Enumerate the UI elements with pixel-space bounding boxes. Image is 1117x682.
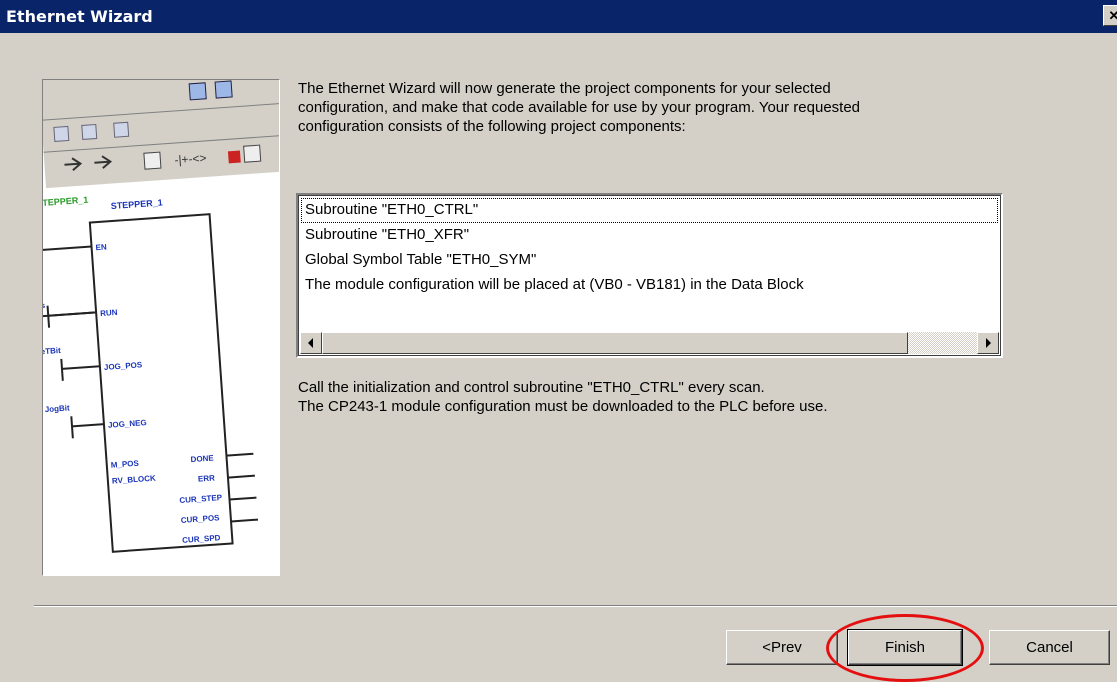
list-item[interactable]: Subroutine "ETH0_CTRL" <box>301 198 998 223</box>
output-pin-err: ERR <box>198 473 216 483</box>
intro-line: configuration, and make that code availa… <box>298 99 861 116</box>
info-line: The CP243-1 module configuration must be… <box>298 398 828 415</box>
window-title: Ethernet Wizard <box>6 7 153 26</box>
close-icon: ✕ <box>1108 8 1117 23</box>
input-pin-jog-pos: JOG_POS <box>104 360 143 372</box>
list-item[interactable]: The module configuration will be placed … <box>301 273 998 298</box>
block-label: STEPPER_1 <box>110 197 163 211</box>
separator <box>34 605 1117 607</box>
intro-text: The Ethernet Wizard will now generate th… <box>298 79 988 136</box>
list-item[interactable]: Global Symbol Table "ETH0_SYM" <box>301 248 998 273</box>
wizard-illustration: -|+-<> STEPPER_1 STEPPER_1 EN RUN JOG_PO… <box>42 79 280 576</box>
scroll-thumb[interactable] <box>322 332 908 354</box>
intro-line: configuration consists of the following … <box>298 118 686 135</box>
close-button[interactable]: ✕ <box>1103 5 1117 26</box>
network-label: STEPPER_1 <box>43 195 89 209</box>
scroll-left-button[interactable] <box>300 332 322 354</box>
prev-button[interactable]: <Prev <box>726 630 838 665</box>
svg-text:-|+-<>: -|+-<> <box>174 151 207 167</box>
input-pin-run: RUN <box>100 308 118 318</box>
input-pin-m-pos: M_POS <box>111 459 140 470</box>
left-label-2: eTBit <box>43 346 61 356</box>
title-bar: Ethernet Wizard ✕ <box>0 0 1117 33</box>
output-pin-done: DONE <box>190 453 214 464</box>
arrow-right-icon <box>986 338 991 348</box>
output-pin-cur-pos: CUR_POS <box>181 513 221 525</box>
intro-line: The Ethernet Wizard will now generate th… <box>298 80 831 97</box>
components-listbox[interactable]: Subroutine "ETH0_CTRL" Subroutine "ETH0_… <box>296 193 1003 358</box>
output-pin-cur-spd: CUR_SPD <box>182 533 221 545</box>
input-pin-jog-neg: JOG_NEG <box>108 418 147 430</box>
input-pin-en: EN <box>95 242 107 252</box>
horizontal-scrollbar[interactable] <box>300 332 999 354</box>
info-text: Call the initialization and control subr… <box>298 378 1058 416</box>
scroll-right-button[interactable] <box>977 332 999 354</box>
left-label-1: rs <box>43 301 46 311</box>
output-pin-cur-step: CUR_STEP <box>179 493 223 505</box>
arrow-left-icon <box>308 338 313 348</box>
finish-button[interactable]: Finish <box>847 629 963 666</box>
cancel-button[interactable]: Cancel <box>989 630 1110 665</box>
info-line: Call the initialization and control subr… <box>298 379 765 396</box>
input-pin-rv-block: RV_BLOCK <box>112 474 157 486</box>
list-item[interactable]: Subroutine "ETH0_XFR" <box>301 223 998 248</box>
left-label-3: JogBit <box>44 403 70 414</box>
